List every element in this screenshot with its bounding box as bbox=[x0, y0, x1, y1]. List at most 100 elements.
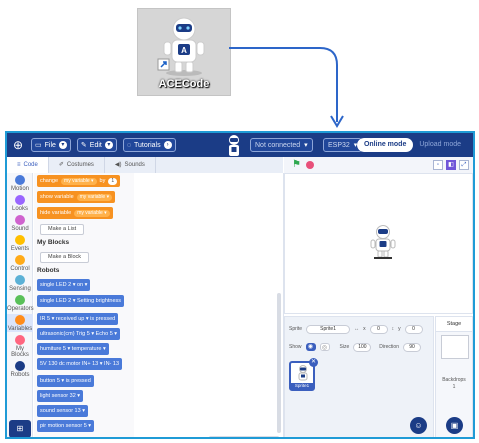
robot-block[interactable]: 5V 130 dc motor IN+ 13 ▾ IN- 13 bbox=[37, 358, 123, 370]
category-label: Sound bbox=[11, 226, 29, 232]
edit-menu[interactable]: ✎ Edit ▾ bbox=[76, 138, 117, 152]
robot-block[interactable]: IR 5 ▾ received up ▾ is pressed bbox=[37, 313, 119, 325]
stage-size-controls: ▫ ◧ ⤢ bbox=[433, 160, 469, 170]
palette-scrollbar[interactable] bbox=[277, 293, 281, 433]
my-blocks-heading: My Blocks bbox=[37, 239, 70, 246]
sprite-info-panel: Sprite Sprite1 ↔ x 0 ↕ y 0 Show ◉ ◎ Size… bbox=[284, 316, 434, 437]
category-label: Operators bbox=[7, 306, 34, 312]
pencil-icon: ✎ bbox=[80, 142, 87, 149]
category-label: Looks bbox=[11, 206, 28, 212]
shortcut-label: ACECode bbox=[158, 78, 210, 90]
size-input[interactable]: 100 bbox=[353, 342, 372, 352]
direction-input[interactable]: 90 bbox=[402, 342, 421, 352]
backdrops-count: 1 bbox=[452, 384, 456, 390]
robot-block[interactable]: single LED 2 ▾ Setting brightness bbox=[37, 295, 125, 307]
category-dot bbox=[15, 235, 25, 245]
make-block-button[interactable]: Make a Block bbox=[40, 252, 90, 263]
edit-menu-label: Edit bbox=[89, 141, 102, 149]
robot-block[interactable]: humiture 5 ▾ temperature ▾ bbox=[37, 343, 109, 355]
add-backdrop-button[interactable]: ▣ bbox=[446, 417, 463, 434]
delete-sprite-icon[interactable]: ✕ bbox=[309, 358, 318, 367]
online-mode-button[interactable]: Online mode bbox=[356, 138, 414, 152]
run-controls: ⚑ ▫ ◧ ⤢ bbox=[284, 157, 473, 173]
chevron-down-icon: ▾ bbox=[304, 142, 308, 149]
robot-block[interactable]: light sensor 32 ▾ bbox=[37, 390, 84, 402]
tab-sounds[interactable]: ◀) Sounds bbox=[105, 157, 156, 173]
small-stage-icon[interactable]: ▫ bbox=[433, 160, 443, 170]
category-dot bbox=[15, 315, 25, 325]
file-menu-label: File bbox=[44, 141, 56, 149]
sprite-name-input[interactable]: Sprite1 bbox=[306, 324, 351, 334]
category-variables[interactable]: Variables bbox=[7, 314, 33, 332]
brush-icon: ✐ bbox=[58, 162, 64, 168]
tab-costumes[interactable]: ✐ Costumes bbox=[49, 157, 105, 173]
robot-block[interactable]: sound sensor 13 ▾ bbox=[37, 405, 88, 417]
category-label: Variables bbox=[7, 326, 33, 332]
chevron-down-icon: ▾ bbox=[58, 141, 67, 149]
robot-block[interactable]: ultrasonic(cm) Trig 5 ▾ Echo 5 ▾ bbox=[37, 328, 121, 340]
fullscreen-icon[interactable]: ⤢ bbox=[459, 160, 469, 170]
upload-mode-button[interactable]: Upload mode bbox=[413, 138, 467, 152]
script-area[interactable]: + − = bbox=[134, 173, 302, 437]
sprite-thumbnail[interactable]: ✕ Sprite1 bbox=[289, 358, 318, 391]
category-operators[interactable]: Operators bbox=[7, 295, 34, 312]
show-label: Show bbox=[289, 344, 302, 350]
category-motion[interactable]: Motion bbox=[7, 175, 33, 192]
x-label: x bbox=[363, 326, 366, 332]
stage-canvas[interactable] bbox=[284, 173, 473, 314]
connection-status[interactable]: Not connected ▾ bbox=[250, 138, 313, 152]
block-palette: change my variable ▾ by 1 show variable … bbox=[34, 173, 134, 437]
add-sprite-button[interactable]: ☺ bbox=[410, 417, 427, 434]
x-input[interactable]: 0 bbox=[369, 324, 388, 334]
acecode-window: ⊕ ▭ File ▾ ✎ Edit ▾ ◌ Tutorials › Not co… bbox=[5, 131, 475, 439]
stop-icon[interactable] bbox=[306, 161, 314, 169]
category-sound[interactable]: Sound bbox=[7, 215, 33, 232]
category-my-blocks[interactable]: My Blocks bbox=[7, 335, 33, 358]
change-variable-block[interactable]: change my variable ▾ by 1 bbox=[37, 175, 121, 187]
block-text: by bbox=[99, 178, 106, 184]
horizontal-scrollbar[interactable] bbox=[209, 436, 279, 437]
category-dot bbox=[15, 361, 25, 371]
stage-selector[interactable]: Stage Backdrops 1 ▣ bbox=[435, 316, 473, 437]
stage-thumbnail[interactable] bbox=[441, 335, 469, 359]
tab-code[interactable]: ≡ Code bbox=[7, 157, 49, 173]
mode-toggle: Online mode Upload mode bbox=[356, 138, 467, 152]
svg-text:A: A bbox=[181, 46, 187, 55]
category-looks[interactable]: Looks bbox=[7, 195, 33, 212]
block-text: hide variable bbox=[40, 210, 72, 216]
connection-status-label: Not connected bbox=[255, 141, 301, 149]
show-eye-icon[interactable]: ◉ bbox=[305, 343, 316, 351]
category-sensing[interactable]: Sensing bbox=[7, 275, 33, 292]
robot-block[interactable]: single LED 2 ▾ on ▾ bbox=[37, 279, 91, 291]
value-input[interactable]: 1 bbox=[108, 177, 118, 185]
category-menu: Motion Looks Sound Events Control Sensin… bbox=[7, 173, 34, 437]
size-label: Size bbox=[339, 344, 350, 350]
make-list-button[interactable]: Make a List bbox=[40, 224, 85, 235]
variable-dropdown[interactable]: my variable ▾ bbox=[74, 209, 110, 217]
robot-block[interactable]: pir motion sensor 5 ▾ bbox=[37, 420, 95, 432]
green-flag-icon[interactable]: ⚑ bbox=[292, 160, 301, 170]
show-variable-block[interactable]: show variable my variable ▾ bbox=[37, 191, 116, 203]
hide-eye-icon[interactable]: ◎ bbox=[319, 343, 330, 351]
sprite-label: Sprite bbox=[289, 326, 303, 332]
category-control[interactable]: Control bbox=[7, 255, 33, 272]
category-label: Control bbox=[10, 266, 30, 272]
hide-variable-block[interactable]: hide variable my variable ▾ bbox=[37, 207, 113, 219]
category-events[interactable]: Events bbox=[7, 235, 33, 252]
add-extension-button[interactable]: ⊞ bbox=[9, 420, 31, 437]
file-menu[interactable]: ▭ File ▾ bbox=[31, 138, 71, 152]
variable-dropdown[interactable]: my variable ▾ bbox=[61, 177, 97, 185]
variable-dropdown[interactable]: my variable ▾ bbox=[76, 193, 113, 201]
acecode-shortcut[interactable]: A ACECode bbox=[137, 8, 231, 96]
y-input[interactable]: 0 bbox=[404, 324, 423, 334]
category-dot bbox=[15, 335, 25, 345]
robots-heading: Robots bbox=[37, 267, 60, 274]
robot-block[interactable]: button 5 ▾ is pressed bbox=[37, 375, 94, 387]
tutorials-menu[interactable]: ◌ Tutorials › bbox=[122, 138, 176, 152]
stage-header: Stage bbox=[436, 317, 472, 332]
normal-stage-icon[interactable]: ◧ bbox=[446, 160, 456, 170]
category-label: Events bbox=[10, 246, 30, 252]
language-globe-icon[interactable]: ⊕ bbox=[11, 138, 25, 152]
backdrops-label: Backdrops bbox=[442, 377, 466, 383]
category-robots[interactable]: Robots bbox=[7, 361, 33, 378]
